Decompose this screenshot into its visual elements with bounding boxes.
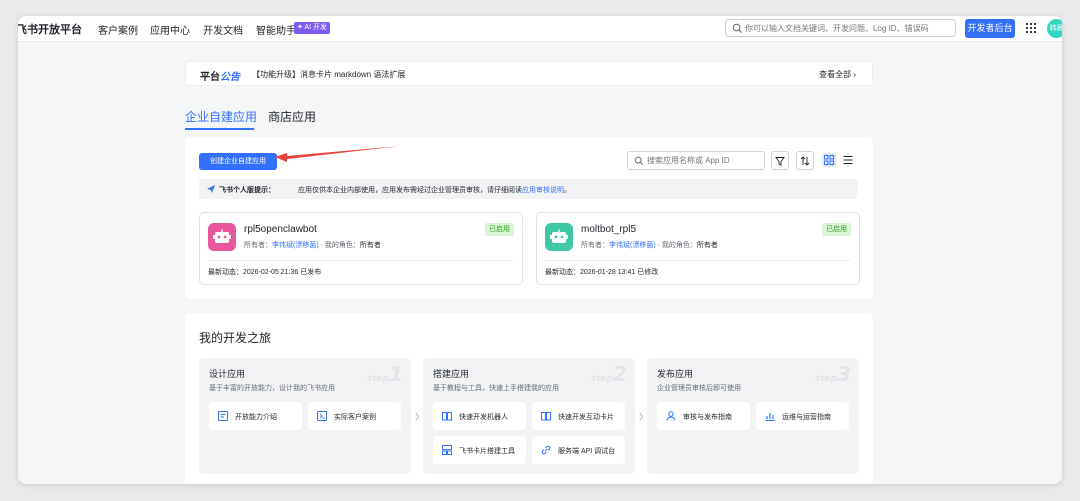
- nav-item-cases[interactable]: 客户案例: [98, 22, 138, 37]
- step-number: step2: [590, 362, 627, 386]
- journey-title: 我的开发之旅: [199, 331, 272, 345]
- stage-desc: 企业管理员审核后即可使用: [657, 385, 741, 392]
- stage-link-review-guide[interactable]: 审核与发布指南: [657, 402, 750, 430]
- nav-item-app-center[interactable]: 应用中心: [150, 22, 190, 37]
- stage-link-card-builder[interactable]: 飞书卡片搭建工具: [433, 436, 526, 464]
- stage-link-bot[interactable]: 快速开发机器人: [433, 402, 526, 430]
- user-icon: [666, 411, 676, 421]
- announcement-text[interactable]: 【功能升级】消息卡片 markdown 语法扩展: [252, 69, 405, 80]
- stage-desc: 基于教程与工具，快速上手搭建我的应用: [433, 385, 559, 392]
- top-navigation: 飞书开放平台 客户案例 应用中心 开发文档 智能助手 ✦ AI 开发 开发者后台…: [18, 16, 1062, 42]
- divider: [545, 260, 851, 261]
- app-meta: 所有者：李伟斌(漂移菌) · 我的角色：所有者: [581, 242, 718, 249]
- tab-enterprise-apps[interactable]: 企业自建应用: [185, 108, 257, 125]
- app-icon: [545, 223, 573, 251]
- stage-title: 发布应用: [657, 369, 694, 379]
- tip-title: 飞书个人版提示：: [219, 187, 275, 194]
- layout-icon: [442, 445, 452, 455]
- sort-icon: [800, 156, 810, 166]
- sort-button[interactable]: [796, 151, 814, 170]
- app-meta: 所有者：李伟斌(漂移菌) · 我的角色：所有者: [244, 242, 381, 249]
- nav-item-assistant[interactable]: 智能助手: [256, 22, 296, 37]
- app-name[interactable]: moltbot_rpl5: [581, 224, 636, 235]
- app-window: 飞书开放平台 客户案例 应用中心 开发文档 智能助手 ✦ AI 开发 开发者后台…: [18, 16, 1062, 484]
- grid-view-icon: [824, 155, 834, 165]
- filter-button[interactable]: [771, 151, 789, 170]
- stage-link-cases[interactable]: 实际客户案例: [308, 402, 401, 430]
- stage-desc: 基于丰富的开放能力，设计我的飞书应用: [209, 385, 335, 392]
- book-icon: [442, 412, 452, 421]
- developer-console-button[interactable]: 开发者后台: [965, 19, 1015, 38]
- stage-title: 设计应用: [209, 369, 246, 379]
- tab-store-apps[interactable]: 商店应用: [268, 108, 316, 125]
- owner-link[interactable]: 李伟斌(漂移菌): [609, 242, 656, 249]
- apps-panel: 创建企业自建应用 搜索应用名称或 App ID 飞书个人版提示： 应用仅供本企业…: [185, 137, 873, 299]
- app-latest-activity: 最新动态：2026-01-28 13:41 已修改: [545, 269, 659, 276]
- stage-link-ops-guide[interactable]: 运维与运营指南: [756, 402, 849, 430]
- list-view-icon: [843, 156, 853, 164]
- list-view-button[interactable]: [841, 153, 855, 167]
- search-icon: [634, 156, 644, 166]
- robot-icon: [213, 229, 231, 243]
- active-tab-indicator: [185, 128, 254, 130]
- search-icon: [732, 23, 743, 34]
- robot-icon: [550, 229, 568, 243]
- stage-publish: 发布应用 企业管理员审核后即可使用 step3 审核与发布指南 运维与运营指南: [647, 358, 859, 474]
- app-name[interactable]: rpl5openclawbot: [244, 224, 317, 235]
- annotation-arrow-icon: [275, 146, 401, 162]
- stage-link-card[interactable]: 快速开发互动卡片: [532, 402, 625, 430]
- divider: [208, 260, 514, 261]
- ai-badge: ✦ AI 开发: [294, 22, 330, 34]
- chart-icon: [765, 413, 775, 421]
- stage-link-capabilities[interactable]: 开放能力介绍: [209, 402, 302, 430]
- review-guide-link[interactable]: 应用审核说明: [522, 187, 564, 194]
- book-icon: [541, 412, 551, 421]
- view-all-link[interactable]: 查看全部 ›: [819, 69, 856, 80]
- create-app-button[interactable]: 创建企业自建应用: [199, 153, 277, 170]
- app-search[interactable]: [627, 151, 765, 170]
- dev-journey-panel: 我的开发之旅 设计应用 基于丰富的开放能力，设计我的飞书应用 step1 开放能…: [185, 313, 873, 484]
- app-card[interactable]: moltbot_rpl5 所有者：李伟斌(漂移菌) · 我的角色：所有者 已启用…: [536, 212, 860, 285]
- app-latest-activity: 最新动态：2026-02-05 21:36 已发布: [208, 269, 322, 276]
- owner-link[interactable]: 李伟斌(漂移菌): [272, 242, 319, 249]
- link-icon: [541, 445, 551, 455]
- filter-icon: [775, 157, 785, 166]
- brand-logo[interactable]: 飞书开放平台: [18, 21, 82, 37]
- global-search[interactable]: [725, 19, 956, 37]
- case-icon: [317, 411, 327, 421]
- step-number: step1: [366, 362, 403, 386]
- tip-bar: 飞书个人版提示： 应用仅供本企业内部使用，应用发布需经过企业管理员审核，请仔细阅…: [199, 179, 858, 199]
- announcement-label: 平台公告: [200, 72, 240, 83]
- stage-title: 搭建应用: [433, 369, 470, 379]
- step-number: step3: [814, 362, 851, 386]
- status-badge: 已启用: [485, 223, 514, 236]
- stage-link-api-console[interactable]: 服务端 API 调试台: [532, 436, 625, 464]
- app-icon: [208, 223, 236, 251]
- announcement-bar: 平台公告 【功能升级】消息卡片 markdown 语法扩展 查看全部 ›: [185, 61, 873, 86]
- user-avatar[interactable]: 韩晨: [1047, 19, 1062, 38]
- tip-icon: [207, 185, 215, 193]
- status-badge: 已启用: [822, 223, 851, 236]
- apps-grid-icon[interactable]: [1025, 22, 1037, 34]
- stage-build: 搭建应用 基于教程与工具，快速上手搭建我的应用 step2 快速开发机器人 快速…: [423, 358, 635, 474]
- app-card[interactable]: rpl5openclawbot 所有者：李伟斌(漂移菌) · 我的角色：所有者 …: [199, 212, 523, 285]
- stage-design: 设计应用 基于丰富的开放能力，设计我的飞书应用 step1 开放能力介绍 实际客…: [199, 358, 411, 474]
- nav-item-docs[interactable]: 开发文档: [203, 22, 243, 37]
- document-icon: [218, 411, 228, 421]
- grid-view-button[interactable]: [822, 153, 836, 167]
- app-search-input[interactable]: [647, 154, 759, 167]
- tip-text: 应用仅供本企业内部使用，应用发布需经过企业管理员审核，请仔细阅读应用审核说明。: [298, 187, 571, 194]
- global-search-input[interactable]: [745, 21, 950, 35]
